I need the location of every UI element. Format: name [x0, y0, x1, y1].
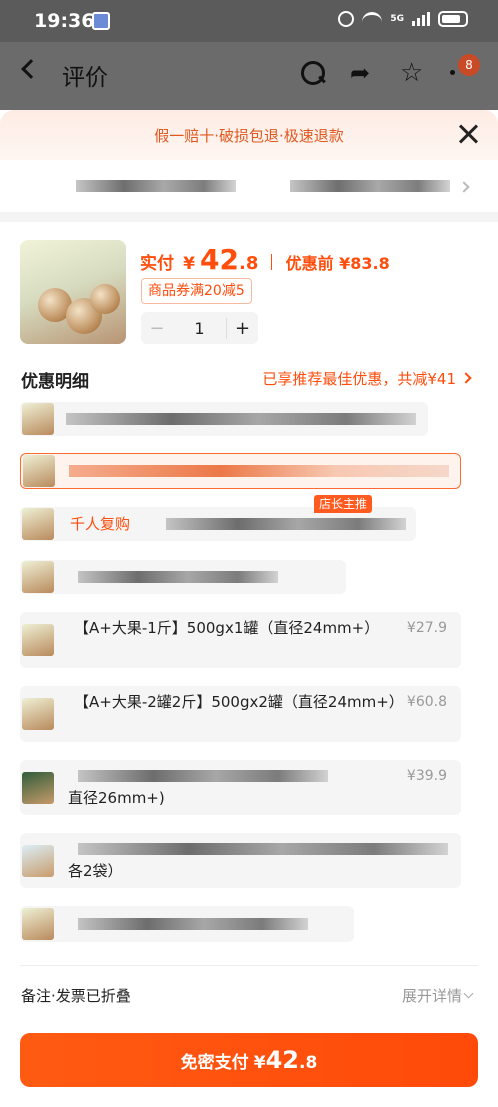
variant-name-blurred	[69, 465, 449, 477]
price-separator	[271, 254, 273, 270]
variant-name: 直径26mm+)	[68, 789, 165, 807]
pay-amount-integer: 42	[265, 1046, 300, 1074]
status-time: 19:36	[34, 10, 95, 32]
variant-thumbnail	[22, 908, 54, 940]
footer-divider	[20, 965, 478, 966]
remark-invoice-label: 备注·发票已折叠	[21, 987, 131, 1005]
favorite-star-icon[interactable]: ☆	[400, 60, 426, 86]
address-blurred	[76, 180, 236, 192]
variant-thumbnail	[22, 561, 54, 593]
service-promise-text: 假一赔十·破损包退·极速退款	[154, 127, 344, 145]
original-price: 优惠前 ¥83.8	[285, 254, 390, 273]
variant-option[interactable]	[20, 402, 428, 436]
pay-amount-decimal: .8	[299, 1053, 318, 1073]
price-decimal: .8	[239, 253, 259, 274]
page-title: 评价	[62, 65, 108, 91]
variant-price: ¥39.9	[406, 768, 447, 784]
more-menu-icon[interactable]	[450, 70, 455, 75]
variant-option[interactable]: 千人复购 店长主推	[20, 495, 416, 541]
product-image	[20, 240, 126, 344]
checkout-sheet: 假一赔十·破损包退·极速退款 实付 ¥ 42.8 优惠前 ¥83.8 商品券满2…	[0, 110, 498, 1107]
variant-thumbnail	[22, 403, 54, 435]
status-bar: 19:36 5G	[0, 0, 498, 42]
page-header: 评价 ➦ ☆ 8	[0, 42, 498, 110]
variant-price: ¥60.8	[406, 694, 447, 710]
discount-detail-title: 优惠明细	[21, 372, 89, 392]
variant-name-blurred	[166, 518, 406, 530]
coupon-tag[interactable]: 商品券满20减5	[141, 278, 252, 304]
variant-name-blurred	[78, 843, 448, 855]
variant-name: 各2袋）	[68, 862, 123, 880]
chevron-right-icon	[458, 181, 470, 193]
variant-name-blurred	[78, 571, 278, 583]
price-currency: ¥	[183, 254, 195, 274]
service-promise-banner: 假一赔十·破损包退·极速退款	[0, 110, 498, 160]
increase-button[interactable]: +	[226, 317, 258, 339]
back-arrow-icon[interactable]	[21, 59, 41, 79]
price-integer: 42	[200, 243, 239, 276]
wifi-icon	[362, 12, 383, 26]
network-type: 5G	[390, 14, 404, 24]
pay-button-label: 免密支付	[180, 1053, 249, 1073]
variant-option[interactable]	[20, 906, 354, 942]
variant-option[interactable]: 【A+大果-2罐2斤】500gx2罐（直径24mm+） ¥60.8	[20, 686, 461, 742]
variant-thumbnail	[22, 698, 54, 730]
address-blurred	[290, 180, 450, 192]
variant-name: 【A+大果-1斤】500gx1罐（直径24mm+）	[74, 619, 380, 637]
paid-price-line: 实付 ¥ 42.8 优惠前 ¥83.8	[140, 243, 390, 276]
discount-summary-link[interactable]: 已享推荐最佳优惠，共减¥41	[262, 368, 456, 389]
expand-details-link[interactable]: 展开详情	[402, 985, 462, 1006]
chevron-down-icon	[463, 988, 474, 999]
battery-icon	[438, 11, 468, 27]
app-notification-icon	[92, 12, 110, 30]
pay-button[interactable]: 免密支付 ¥42.8	[20, 1033, 478, 1087]
chevron-right-icon	[460, 372, 472, 384]
decrease-button[interactable]: −	[141, 318, 173, 339]
pay-currency: ¥	[253, 1053, 266, 1073]
variant-option-selected[interactable]	[20, 453, 461, 489]
variant-name-blurred	[78, 770, 328, 782]
paid-label: 实付	[140, 254, 174, 274]
variant-option[interactable]: 各2袋）	[20, 833, 461, 888]
variant-option[interactable]: 直径26mm+) ¥39.9	[20, 760, 461, 815]
variant-thumbnail	[22, 624, 54, 656]
variant-name-blurred	[66, 413, 416, 425]
variant-name-blurred	[78, 918, 308, 930]
shop-recommend-badge: 店长主推	[313, 495, 372, 513]
signal-icon	[412, 12, 430, 26]
search-icon[interactable]	[300, 60, 326, 86]
variant-price: ¥27.9	[406, 620, 447, 636]
section-divider	[0, 212, 498, 222]
status-icons: 5G	[338, 11, 468, 27]
variant-option[interactable]: 【A+大果-1斤】500gx1罐（直径24mm+） ¥27.9	[20, 612, 461, 668]
variant-option[interactable]	[20, 560, 346, 594]
variant-thumbnail	[22, 771, 54, 804]
share-icon[interactable]: ➦	[350, 60, 376, 86]
variant-thumbnail	[22, 508, 54, 540]
variant-thumbnail	[23, 455, 55, 487]
quantity-value[interactable]: 1	[173, 319, 226, 338]
message-count-badge[interactable]: 8	[458, 54, 480, 76]
variant-name: 千人复购	[70, 515, 131, 533]
variant-name: 【A+大果-2罐2斤】500gx2罐（直径24mm+）	[74, 693, 404, 711]
close-icon[interactable]	[456, 122, 480, 146]
alarm-icon	[338, 11, 355, 27]
variant-thumbnail	[22, 844, 54, 877]
quantity-stepper: − 1 +	[141, 312, 258, 344]
